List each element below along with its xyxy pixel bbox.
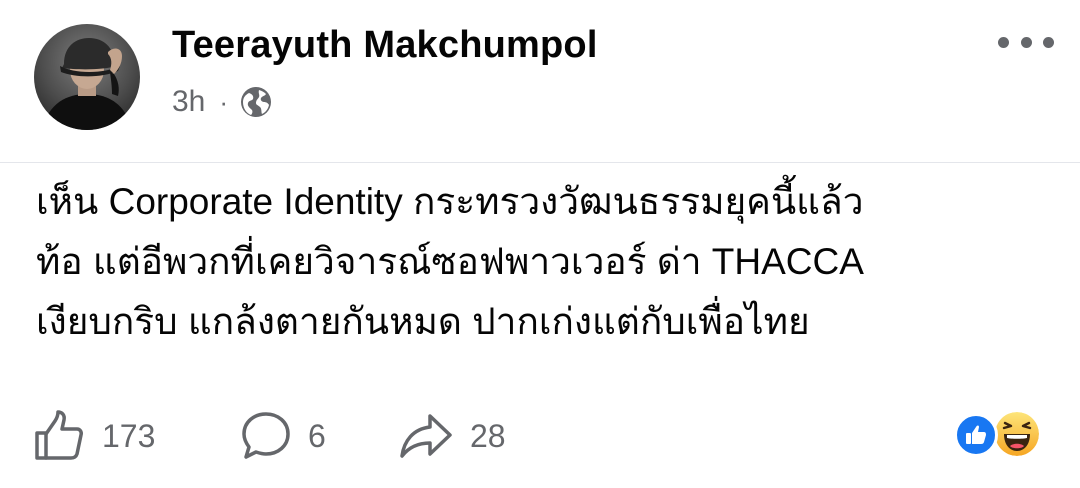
reactions-summary[interactable] bbox=[954, 409, 1050, 459]
thumbs-up-outline-icon bbox=[35, 410, 83, 460]
haha-reaction-icon bbox=[992, 409, 1042, 459]
thumbs-up-filled-icon bbox=[966, 425, 986, 444]
author-avatar[interactable] bbox=[34, 24, 140, 130]
comment-count: 6 bbox=[308, 418, 326, 454]
post-meta: 3h · bbox=[172, 82, 272, 122]
more-options-button[interactable] bbox=[998, 28, 1054, 56]
like-button[interactable]: 173 bbox=[32, 404, 155, 468]
post-body: เห็น Corporate Identity กระทรวงวัฒนธรรมย… bbox=[36, 172, 1046, 352]
post-timestamp[interactable]: 3h bbox=[172, 82, 205, 122]
like-reaction-icon bbox=[954, 413, 998, 457]
share-count: 28 bbox=[470, 418, 506, 454]
header-divider bbox=[0, 162, 1080, 163]
avatar-photo bbox=[34, 24, 140, 130]
more-dot bbox=[1020, 36, 1032, 48]
post-text-line: เห็น Corporate Identity กระทรวงวัฒนธรรมย… bbox=[36, 181, 864, 222]
meta-separator: · bbox=[219, 87, 229, 117]
post-card: Teerayuth Makchumpol 3h · เห็น Corporate… bbox=[0, 0, 1080, 488]
comment-button[interactable]: 6 bbox=[240, 404, 326, 468]
share-button[interactable]: 28 bbox=[398, 404, 506, 468]
globe-icon bbox=[241, 87, 272, 117]
post-text-line: ท้อ แต่อีพวกที่เคยวิจารณ์ซอฟพาวเวอร์ ด่า… bbox=[36, 241, 864, 282]
author-name[interactable]: Teerayuth Makchumpol bbox=[172, 22, 598, 68]
like-count: 173 bbox=[102, 418, 156, 454]
more-horizontal-icon bbox=[998, 36, 1009, 48]
laughing-face-icon bbox=[995, 412, 1039, 456]
more-dot bbox=[1043, 36, 1054, 48]
post-text-line: เงียบกริบ แกล้งตายกันหมด ปากเก่งแต่กับเพ… bbox=[36, 301, 810, 342]
share-arrow-icon bbox=[400, 414, 452, 458]
post-actions: 173 6 28 bbox=[0, 404, 1080, 468]
comment-bubble-icon bbox=[242, 412, 290, 459]
